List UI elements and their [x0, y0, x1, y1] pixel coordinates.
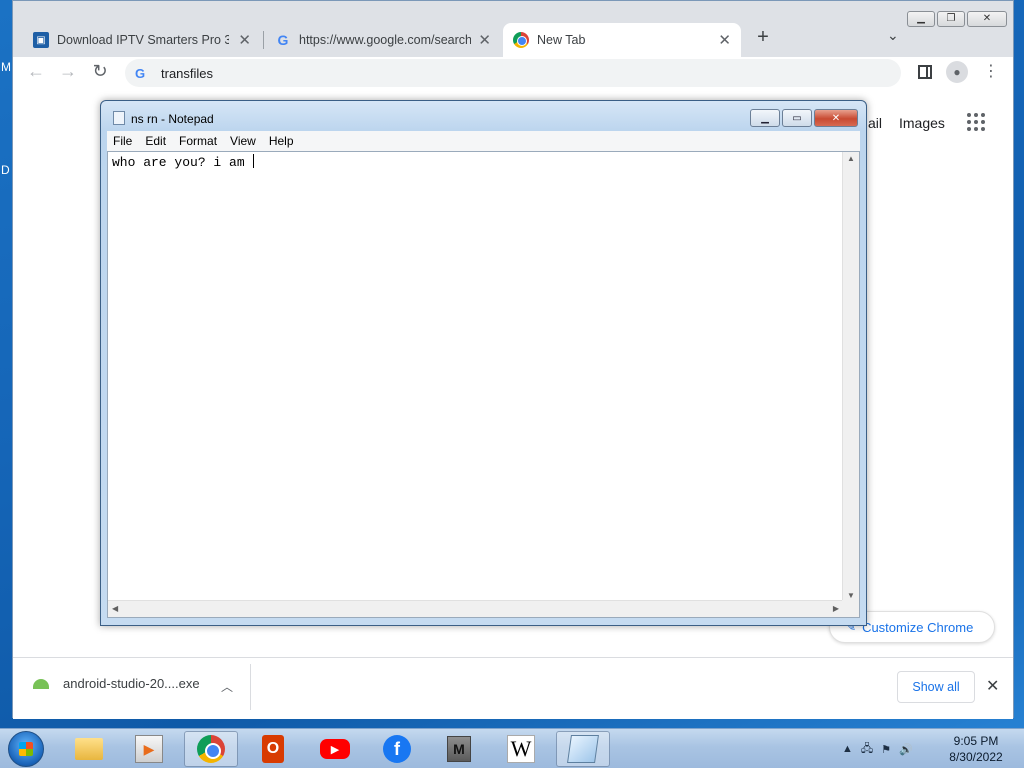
- menu-format[interactable]: Format: [179, 134, 217, 148]
- maximize-button[interactable]: ▭: [782, 109, 812, 127]
- maximize-button[interactable]: ❐: [937, 11, 965, 27]
- close-tab-icon[interactable]: ✕: [478, 31, 491, 49]
- tab-title: Download IPTV Smarters Pro 3.0: [57, 33, 229, 47]
- desktop-edge-letter: D: [1, 163, 10, 177]
- chrome-window-controls: ▁ ❐ ✕: [907, 11, 1007, 27]
- iptv-icon: ▣: [33, 32, 49, 48]
- kebab-menu-icon[interactable]: ⋮: [983, 61, 999, 81]
- images-link[interactable]: Images: [899, 115, 945, 131]
- new-tab-button[interactable]: +: [753, 26, 773, 49]
- notepad-icon: [567, 735, 599, 763]
- editor-text: who are you? i am: [112, 155, 253, 170]
- notepad-titlebar[interactable]: ns rn - Notepad ▁ ▭ ✕: [101, 101, 866, 131]
- youtube-icon: ▶: [320, 739, 350, 759]
- office-icon: O: [262, 735, 284, 763]
- taskbar-wikipedia[interactable]: W: [494, 731, 548, 767]
- chrome-icon: [197, 735, 225, 763]
- address-bar-text: transfiles: [161, 65, 214, 81]
- tab-strip: ▁ ❐ ✕ ▣ Download IPTV Smarters Pro 3.0 ✕…: [13, 1, 1013, 57]
- notepad-icon: [113, 111, 125, 125]
- google-apps-icon[interactable]: [967, 113, 985, 131]
- download-item[interactable]: android-studio-20....exe: [33, 676, 200, 691]
- close-shelf-icon[interactable]: ✕: [986, 676, 999, 696]
- back-arrow-icon[interactable]: ←: [25, 61, 47, 82]
- address-bar[interactable]: G transfiles: [125, 59, 901, 87]
- window-title: ns rn - Notepad: [131, 112, 214, 126]
- close-tab-icon[interactable]: ✕: [718, 31, 731, 49]
- google-icon: G: [277, 32, 289, 48]
- text-caret: [253, 154, 255, 168]
- m-app-icon: M: [447, 736, 471, 762]
- gmail-link[interactable]: ail: [868, 115, 882, 131]
- wikipedia-icon: W: [507, 735, 535, 763]
- desktop-edge-letter: M: [1, 60, 11, 74]
- close-button[interactable]: ✕: [814, 109, 858, 127]
- tab-new-tab[interactable]: New Tab ✕: [503, 23, 741, 57]
- show-hidden-icons-icon[interactable]: ▲: [842, 743, 853, 755]
- android-icon: [33, 678, 49, 689]
- notepad-window: ns rn - Notepad ▁ ▭ ✕ File Edit Format V…: [100, 100, 867, 626]
- system-tray: ▲ 🖧 ⚑ 🔊: [842, 729, 913, 768]
- divider: [250, 664, 251, 710]
- reload-icon[interactable]: ↻: [89, 61, 111, 82]
- text-editor-area[interactable]: who are you? i am ▲ ▼ ◀ ▶: [107, 151, 860, 618]
- menu-view[interactable]: View: [230, 134, 256, 148]
- taskbar-facebook[interactable]: f: [370, 731, 424, 767]
- menu-file[interactable]: File: [113, 134, 132, 148]
- download-shelf: android-studio-20....exe ︿ Show all ✕: [13, 657, 1013, 719]
- chevron-up-icon[interactable]: ︿: [221, 678, 233, 695]
- facebook-icon: f: [383, 735, 411, 763]
- taskbar-media-player[interactable]: ▶: [122, 731, 176, 767]
- menu-edit[interactable]: Edit: [145, 134, 166, 148]
- chrome-icon: [513, 32, 529, 48]
- notepad-window-controls: ▁ ▭ ✕: [750, 109, 858, 127]
- google-icon: G: [135, 65, 146, 81]
- show-all-button[interactable]: Show all: [897, 671, 975, 703]
- profile-avatar-icon[interactable]: ●: [946, 61, 968, 83]
- tab-iptv[interactable]: ▣ Download IPTV Smarters Pro 3.0 ✕: [23, 23, 261, 57]
- folder-icon: [75, 738, 103, 760]
- horizontal-scrollbar[interactable]: ◀ ▶: [108, 600, 843, 617]
- taskbar: ▶ O ▶ f M W ▲ 🖧 ⚑ 🔊 9:05 PM 8/30/2022: [0, 728, 1024, 768]
- taskbar-office[interactable]: O: [246, 731, 300, 767]
- close-button[interactable]: ✕: [967, 11, 1007, 27]
- scroll-right-icon[interactable]: ▶: [833, 604, 839, 613]
- taskbar-m-app[interactable]: M: [432, 731, 486, 767]
- tab-search-chevron-icon[interactable]: ⌄: [887, 27, 899, 44]
- scroll-up-icon[interactable]: ▲: [847, 154, 855, 163]
- taskbar-notepad[interactable]: [556, 731, 610, 767]
- scroll-down-icon[interactable]: ▼: [847, 591, 855, 600]
- vertical-scrollbar[interactable]: ▲ ▼: [842, 152, 859, 602]
- clock-time: 9:05 PM: [953, 734, 999, 748]
- start-button[interactable]: [8, 731, 44, 767]
- download-filename: android-studio-20....exe: [63, 676, 200, 691]
- volume-icon[interactable]: 🔊: [899, 743, 913, 756]
- menu-bar: File Edit Format View Help: [107, 131, 860, 151]
- forward-arrow-icon[interactable]: →: [57, 61, 79, 82]
- taskbar-file-explorer[interactable]: [62, 731, 116, 767]
- tab-google-search[interactable]: G https://www.google.com/search? ✕: [265, 23, 501, 57]
- media-player-icon: ▶: [135, 735, 163, 763]
- side-panel-icon[interactable]: [918, 65, 932, 79]
- minimize-button[interactable]: ▁: [907, 11, 935, 27]
- action-center-flag-icon[interactable]: ⚑: [881, 743, 891, 756]
- taskbar-chrome[interactable]: [184, 731, 238, 767]
- network-icon[interactable]: 🖧: [861, 740, 873, 759]
- resize-grip[interactable]: [842, 600, 859, 617]
- minimize-button[interactable]: ▁: [750, 109, 780, 127]
- menu-help[interactable]: Help: [269, 134, 294, 148]
- clock-date: 8/30/2022: [949, 750, 1003, 764]
- clock[interactable]: 9:05 PM 8/30/2022: [940, 733, 1012, 765]
- tab-title: New Tab: [537, 33, 586, 47]
- browser-toolbar: ← → ↻ G transfiles ● ⋮: [13, 57, 1013, 89]
- taskbar-youtube[interactable]: ▶: [308, 731, 362, 767]
- tab-separator: [263, 31, 264, 49]
- customize-chrome-label: Customize Chrome: [862, 619, 974, 635]
- tab-title: https://www.google.com/search?: [299, 33, 471, 47]
- scroll-left-icon[interactable]: ◀: [112, 604, 118, 613]
- close-tab-icon[interactable]: ✕: [238, 31, 251, 49]
